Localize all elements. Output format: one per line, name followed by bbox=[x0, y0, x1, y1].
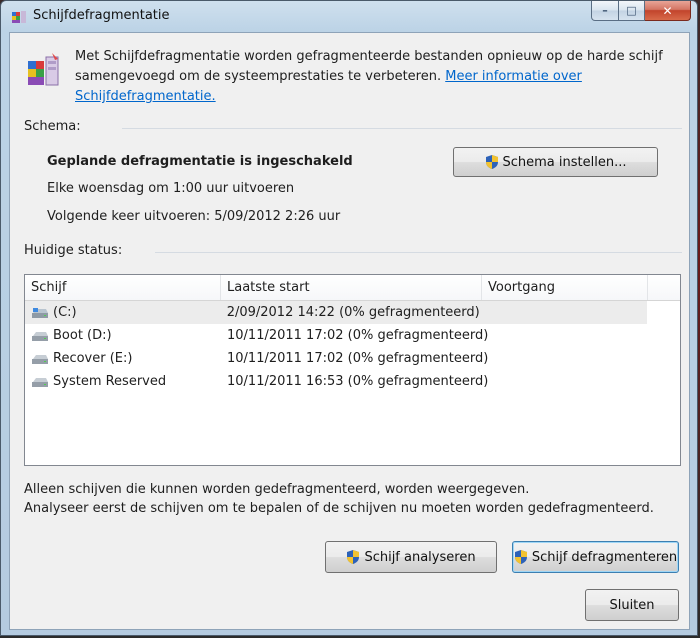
intro-line-2: samengevoegd om de systeemprestaties te … bbox=[75, 69, 446, 84]
drive-cell: Boot (D:) bbox=[25, 328, 221, 343]
drive-icon bbox=[32, 331, 48, 341]
column-header-filler bbox=[648, 275, 680, 300]
drive-row-system-reserved[interactable]: System Reserved 10/11/2011 16:53 (0% gef… bbox=[25, 370, 680, 393]
maximize-icon: □ bbox=[626, 4, 637, 17]
last-run-cell: 10/11/2011 16:53 (0% gefragmenteerd) bbox=[227, 374, 489, 389]
intro-line-1: Met Schijfdefragmentatie worden gefragme… bbox=[75, 49, 663, 64]
status-divider bbox=[155, 252, 682, 253]
close-button-label: Sluiten bbox=[609, 597, 655, 613]
configure-schedule-label: Schema instellen... bbox=[502, 154, 627, 170]
more-info-link[interactable]: Meer informatie over bbox=[445, 69, 582, 84]
defragment-disk-button[interactable]: Schijf defragmenteren bbox=[512, 541, 679, 573]
footer-line-2: Analyseer eerst de schijven om te bepale… bbox=[24, 501, 654, 516]
defrag-app-icon bbox=[12, 11, 26, 23]
drive-cell: Recover (E:) bbox=[25, 351, 221, 366]
column-header-drive[interactable]: Schijf bbox=[25, 275, 221, 300]
analyze-disk-label: Schijf analyseren bbox=[364, 549, 476, 565]
analyze-disk-button[interactable]: Schijf analyseren bbox=[325, 541, 497, 573]
drive-name: Recover (E:) bbox=[53, 351, 133, 366]
last-run-cell: 2/09/2012 14:22 (0% gefragmenteerd) bbox=[226, 305, 480, 320]
last-run-cell: 10/11/2011 17:02 (0% gefragmenteerd) bbox=[227, 328, 489, 343]
drive-cell: (C:) bbox=[25, 305, 221, 320]
more-info-link-continued[interactable]: Schijfdefragmentatie. bbox=[75, 89, 216, 104]
drive-row-c[interactable]: (C:) 2/09/2012 14:22 (0% gefragmenteerd) bbox=[25, 301, 647, 324]
close-icon: ✕ bbox=[662, 3, 673, 18]
drive-row-d[interactable]: Boot (D:) 10/11/2011 17:02 (0% gefragmen… bbox=[25, 324, 680, 347]
drive-cell: System Reserved bbox=[25, 374, 221, 389]
maximize-button[interactable]: □ bbox=[619, 1, 645, 21]
current-status-label: Huidige status: bbox=[24, 243, 123, 258]
uac-shield-icon bbox=[514, 550, 527, 564]
schedule-next-run: Volgende keer uitvoeren: 5/09/2012 2:26 … bbox=[47, 209, 341, 224]
close-window-button[interactable]: ✕ bbox=[645, 1, 691, 21]
drive-name: (C:) bbox=[53, 305, 77, 320]
intro-description: Met Schijfdefragmentatie worden gefragme… bbox=[75, 47, 665, 107]
drive-icon bbox=[32, 354, 48, 364]
uac-shield-icon bbox=[485, 155, 498, 169]
dialog-client-area: Met Schijfdefragmentatie worden gefragme… bbox=[9, 32, 690, 630]
uac-shield-icon bbox=[347, 550, 360, 564]
defrag-large-icon bbox=[28, 53, 59, 86]
configure-schedule-button[interactable]: Schema instellen... bbox=[453, 147, 658, 177]
drive-name: System Reserved bbox=[53, 374, 167, 389]
system-drive-icon bbox=[32, 307, 48, 318]
footer-line-1: Alleen schijven die kunnen worden gedefr… bbox=[24, 482, 530, 497]
drive-icon bbox=[32, 377, 48, 387]
drive-list[interactable]: Schijf Laatste start Voortgang (C:) 2/09… bbox=[24, 274, 681, 466]
schedule-divider bbox=[122, 128, 682, 129]
schedule-section-label: Schema: bbox=[24, 119, 81, 134]
minimize-button[interactable]: – bbox=[591, 1, 619, 21]
column-header-progress[interactable]: Voortgang bbox=[482, 275, 648, 300]
close-button[interactable]: Sluiten bbox=[585, 589, 679, 621]
title-bar[interactable]: Schijfdefragmentatie – □ ✕ bbox=[1, 1, 697, 33]
schedule-frequency: Elke woensdag om 1:00 uur uitvoeren bbox=[47, 181, 295, 196]
drive-name: Boot (D:) bbox=[53, 328, 112, 343]
column-header-last-run[interactable]: Laatste start bbox=[221, 275, 482, 300]
drive-row-e[interactable]: Recover (E:) 10/11/2011 17:02 (0% gefrag… bbox=[25, 347, 680, 370]
defragment-disk-label: Schijf defragmenteren bbox=[531, 549, 678, 565]
minimize-icon: – bbox=[602, 4, 608, 17]
schedule-status: Geplande defragmentatie is ingeschakeld bbox=[47, 154, 353, 169]
footer-info: Alleen schijven die kunnen worden gedefr… bbox=[24, 480, 654, 518]
drive-list-header: Schijf Laatste start Voortgang bbox=[25, 275, 680, 301]
defrag-window: Schijfdefragmentatie – □ ✕ Met Schijfdef… bbox=[0, 0, 698, 636]
last-run-cell: 10/11/2011 17:02 (0% gefragmenteerd) bbox=[227, 351, 489, 366]
window-title: Schijfdefragmentatie bbox=[33, 8, 170, 23]
caption-buttons: – □ ✕ bbox=[591, 1, 691, 21]
